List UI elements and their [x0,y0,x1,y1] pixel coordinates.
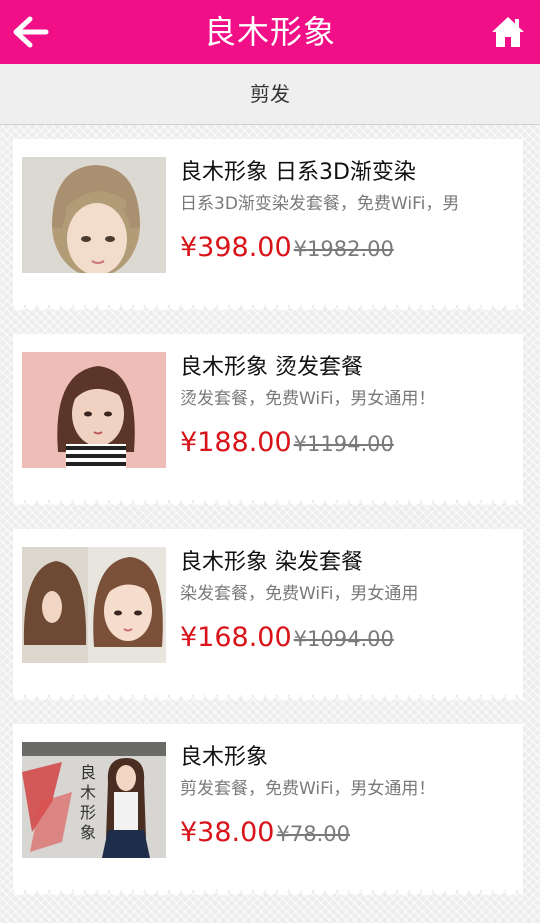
home-button[interactable] [490,14,526,50]
original-price: ¥1982.00 [293,237,394,261]
product-card[interactable]: 良 木 形 象 良木形象 剪发套餐，免费WiFi，男女通用！ ¥38.00¥78… [13,724,523,900]
page-title: 良木形象 [203,13,336,51]
product-card[interactable]: 良木形象 烫发套餐 烫发套餐，免费WiFi，男女通用！ ¥188.00¥1194… [13,334,523,510]
home-icon [492,17,524,47]
svg-text:形: 形 [80,803,96,822]
product-image [22,547,166,663]
product-title: 良木形象 染发套餐 [180,550,363,575]
svg-text:木: 木 [80,783,96,802]
current-price: ¥398.00 [180,232,292,263]
current-price: ¥168.00 [180,622,292,653]
product-title: 良木形象 [180,745,269,770]
current-price: ¥188.00 [180,427,292,458]
product-image: 良 木 形 象 [22,742,166,858]
product-image [22,157,166,273]
svg-text:象: 象 [80,823,96,842]
app-header: 良木形象 [0,0,540,64]
original-price: ¥1194.00 [293,432,394,456]
original-price: ¥78.00 [276,822,350,846]
product-image [22,352,166,468]
product-description: 日系3D渐变染发套餐，免费WiFi，男 [180,194,460,214]
product-title: 良木形象 烫发套餐 [180,355,363,380]
product-card[interactable]: 良木形象 染发套餐 染发套餐，免费WiFi，男女通用 ¥168.00¥1094.… [13,529,523,705]
category-bar: 剪发 [0,64,540,125]
product-description: 剪发套餐，免费WiFi，男女通用！ [180,779,436,799]
product-description: 烫发套餐，免费WiFi，男女通用！ [180,389,436,409]
current-price: ¥38.00 [180,817,275,848]
product-title: 良木形象 日系3D渐变染 [180,160,416,185]
product-description: 染发套餐，免费WiFi，男女通用 [180,584,419,604]
image-text-logo: 良 木 形 象 [80,763,96,842]
product-card[interactable]: 良木形象 日系3D渐变染 日系3D渐变染发套餐，免费WiFi，男 ¥398.00… [13,139,523,315]
original-price: ¥1094.00 [293,627,394,651]
svg-text:良: 良 [80,763,96,782]
